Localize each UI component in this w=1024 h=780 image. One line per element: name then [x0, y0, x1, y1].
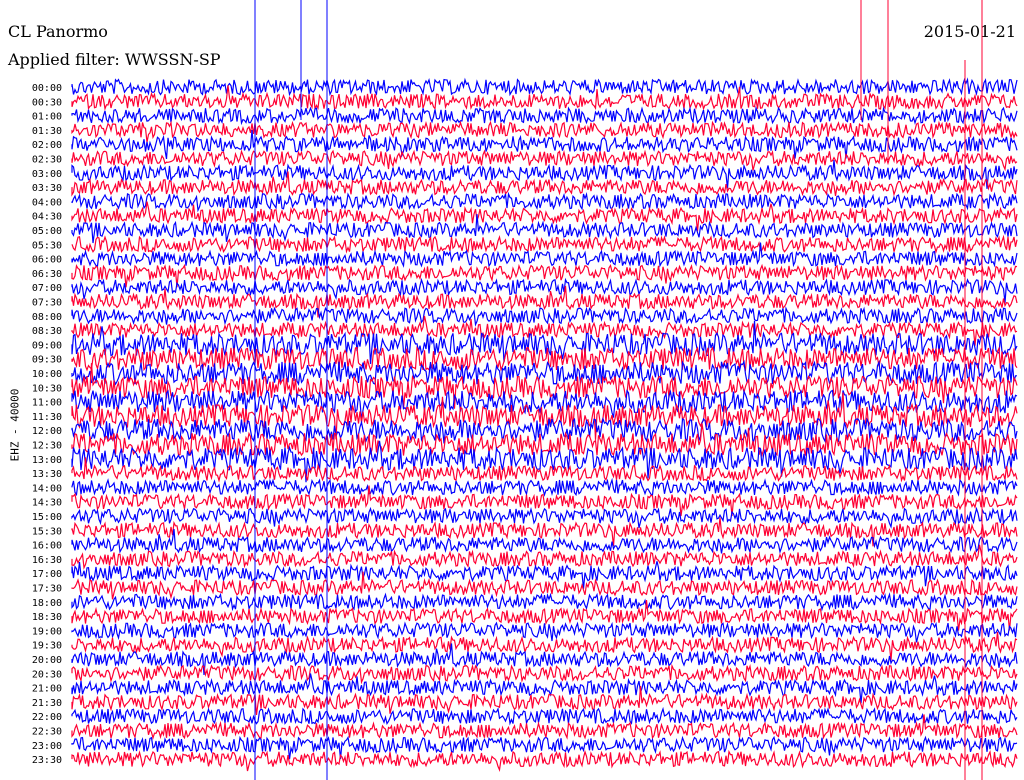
row-label-0200: 02:00: [32, 140, 62, 151]
row-label-0500: 05:00: [32, 226, 62, 237]
row-label-0830: 08:30: [32, 326, 62, 337]
trace-row-2330: [71, 749, 1018, 772]
trace-row-1000: [71, 359, 1017, 386]
row-label-0000: 00:00: [32, 83, 62, 94]
row-label-1430: 14:30: [32, 498, 62, 509]
row-label-2000: 20:00: [32, 655, 62, 666]
row-label-0630: 06:30: [32, 269, 62, 280]
trace-row-1430: [71, 485, 1018, 517]
seismogram-plot: 00:00 00:30 01:00 01:30 02:00 02:30 03:00 03:30…: [32, 0, 1018, 780]
row-label-0530: 05:30: [32, 240, 62, 251]
row-label-0400: 04:00: [32, 197, 62, 208]
row-label-1930: 19:30: [32, 641, 62, 652]
row-label-1100: 11:00: [32, 398, 62, 409]
row-label-0600: 06:00: [32, 255, 62, 266]
row-label-0300: 03:00: [32, 169, 62, 180]
row-label-0230: 02:30: [32, 155, 62, 166]
row-label-1600: 16:00: [32, 541, 62, 552]
row-label-0330: 03:30: [32, 183, 62, 194]
row-label-0730: 07:30: [32, 298, 62, 309]
row-label-1530: 15:30: [32, 526, 62, 537]
trace-row-0330: [71, 171, 1018, 197]
row-label-0130: 01:30: [32, 126, 62, 137]
row-label-0930: 09:30: [32, 355, 62, 366]
row-label-0800: 08:00: [32, 312, 62, 323]
row-label-1300: 13:00: [32, 455, 62, 466]
row-label-1700: 17:00: [32, 569, 62, 580]
row-label-1330: 13:30: [32, 469, 62, 480]
row-label-1800: 18:00: [32, 598, 62, 609]
trace-row-2300: [71, 735, 1018, 760]
row-label-2130: 21:30: [32, 698, 62, 709]
row-label-1830: 18:30: [32, 612, 62, 623]
row-label-2300: 23:00: [32, 741, 62, 752]
row-label-2230: 22:30: [32, 727, 62, 738]
y-axis-label: EHZ - 40000: [8, 388, 22, 462]
trace-row-0100: [71, 105, 1018, 126]
row-label-1900: 19:00: [32, 626, 62, 637]
row-label-0430: 04:30: [32, 212, 62, 223]
trace-row-2030: [71, 663, 1018, 685]
trace-row-0000: [71, 77, 1018, 97]
trace-row-1700: [71, 561, 1018, 589]
trace-row-1400: [71, 477, 1018, 497]
row-label-2330: 23:30: [32, 755, 62, 766]
row-label-1000: 10:00: [32, 369, 62, 380]
row-label-1630: 16:30: [32, 555, 62, 566]
trace-row-0430: [71, 201, 1018, 232]
row-label-0700: 07:00: [32, 283, 62, 294]
row-label-1200: 12:00: [32, 426, 62, 437]
row-label-2100: 21:00: [32, 684, 62, 695]
row-label-1730: 17:30: [32, 584, 62, 595]
trace-row-0530: [71, 234, 1018, 254]
row-label-1500: 15:00: [32, 512, 62, 523]
trace-row-1800: [71, 592, 1018, 612]
row-label-2200: 22:00: [32, 712, 62, 723]
row-label-1230: 12:30: [32, 441, 62, 452]
row-label-1400: 14:00: [32, 483, 62, 494]
row-label-1030: 10:30: [32, 383, 62, 394]
row-label-2030: 20:30: [32, 669, 62, 680]
row-label-1130: 11:30: [32, 412, 62, 423]
trace-row-0400: [71, 191, 1018, 213]
row-label-0900: 09:00: [32, 340, 62, 351]
trace-row-2200: [71, 706, 1018, 726]
row-label-0030: 00:30: [32, 97, 62, 108]
row-label-0100: 01:00: [32, 112, 62, 123]
trace-row-0800: [71, 306, 1018, 327]
